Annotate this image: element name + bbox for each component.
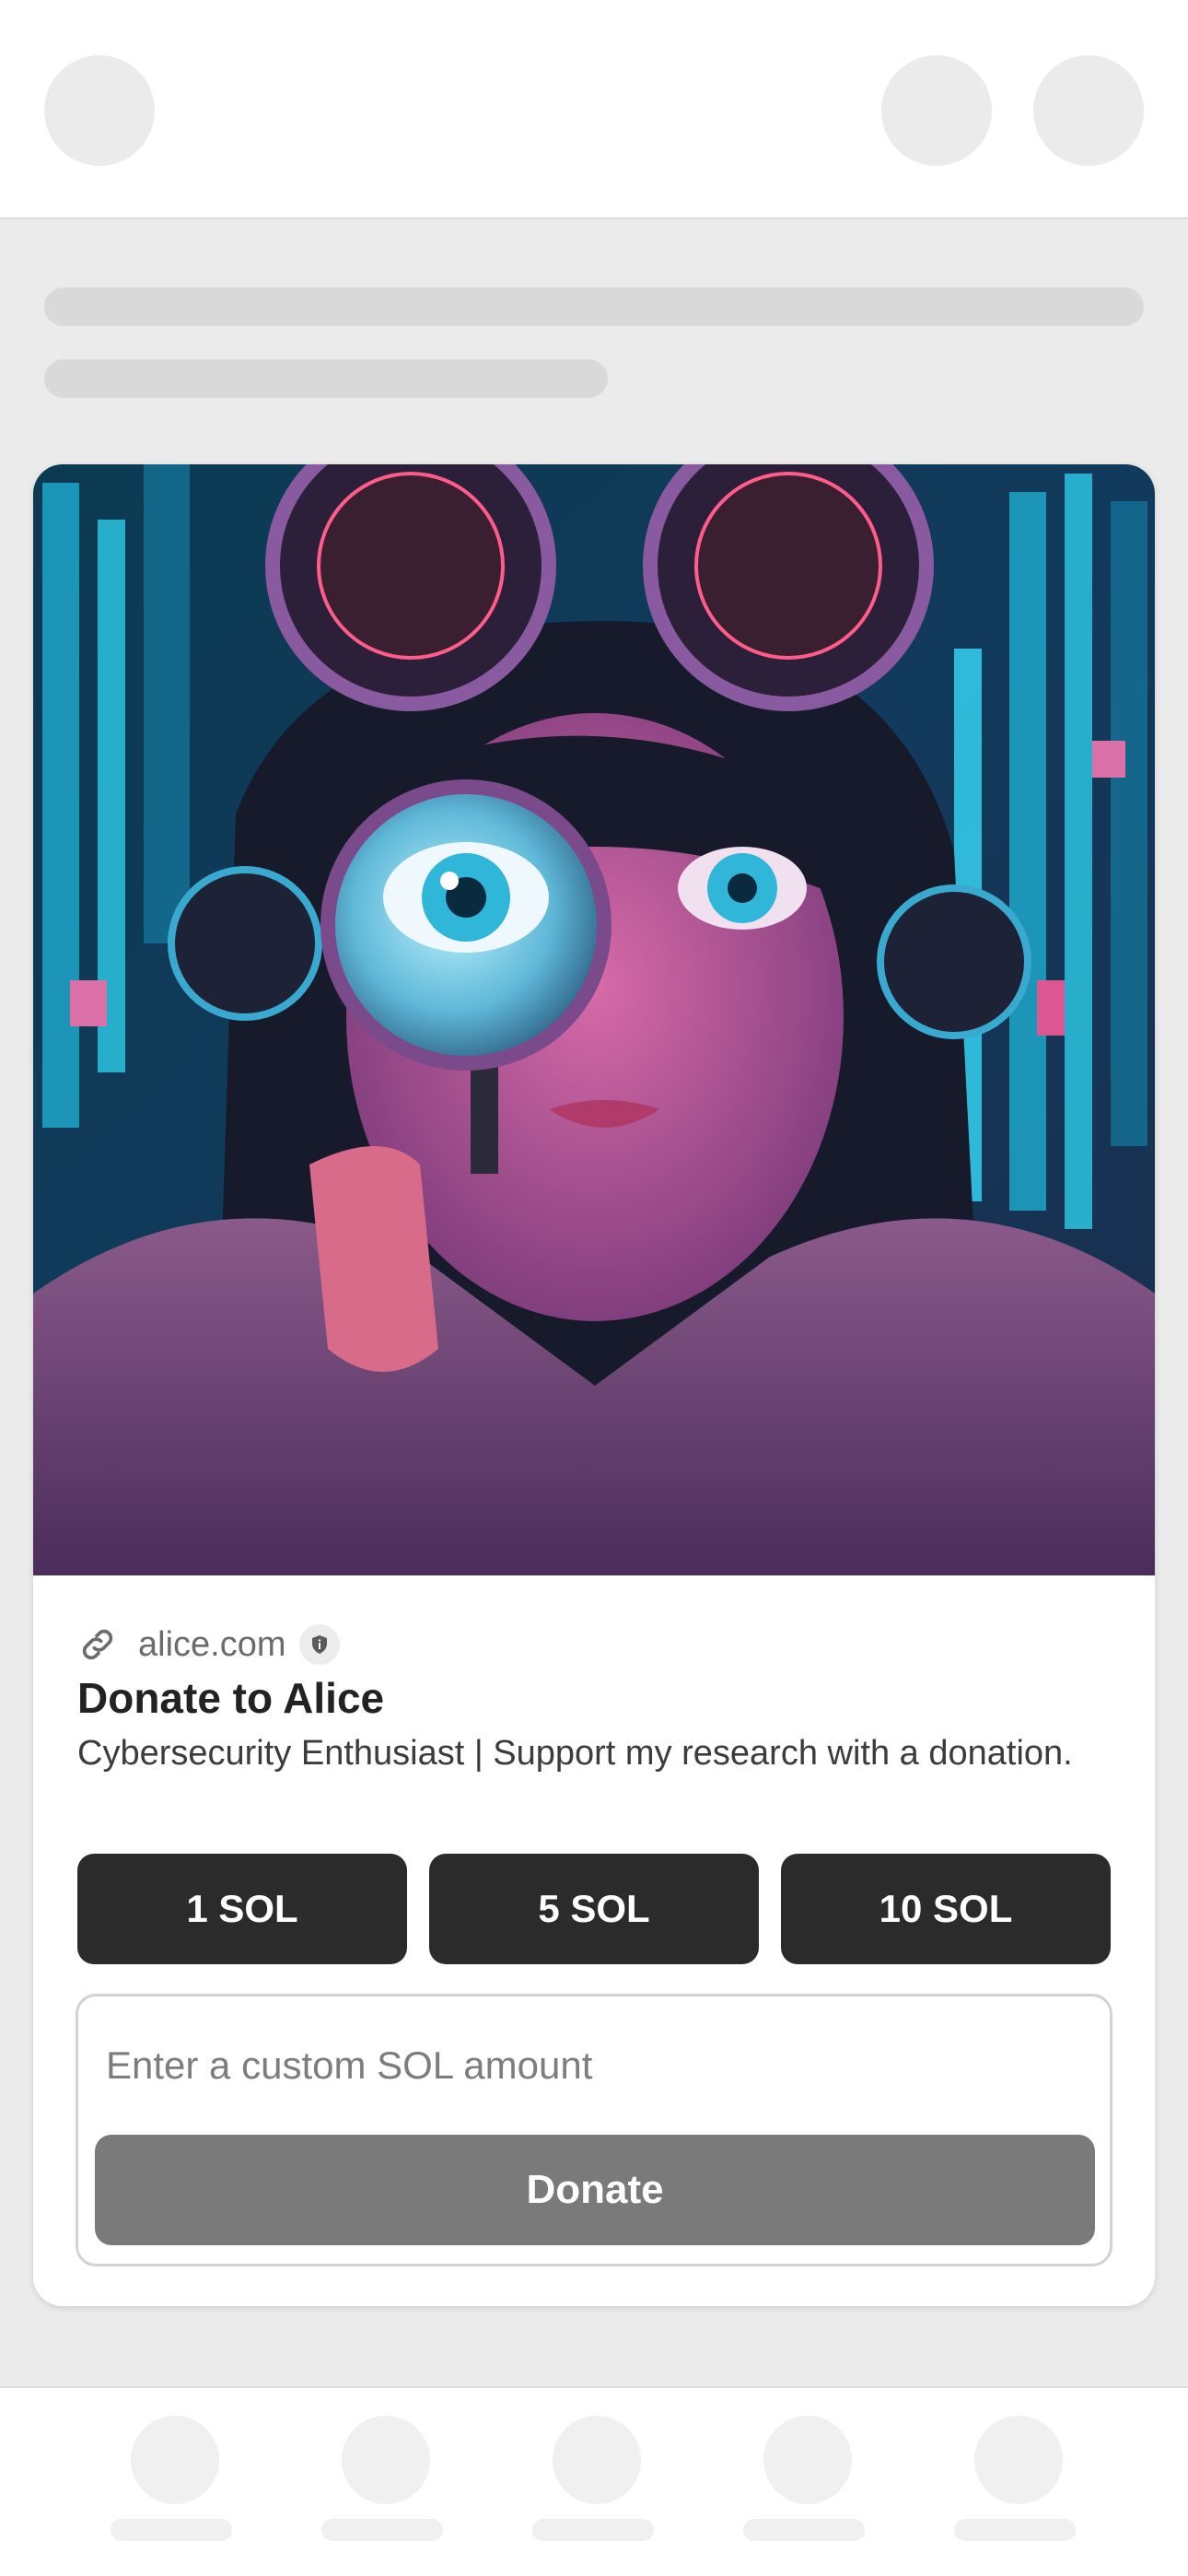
- amount-button-5-sol[interactable]: 5 SOL: [429, 1854, 759, 1964]
- domain-row: alice.com: [77, 1619, 340, 1670]
- donate-button[interactable]: Donate: [95, 2135, 1095, 2245]
- card-title: Donate to Alice: [77, 1674, 385, 1722]
- avatar-placeholder[interactable]: [44, 55, 155, 166]
- nav-item-1[interactable]: [111, 2416, 239, 2554]
- nav-icon-placeholder: [974, 2416, 1063, 2504]
- nav-label-placeholder: [743, 2519, 865, 2541]
- custom-amount-form: Donate: [76, 1994, 1112, 2266]
- nav-item-3[interactable]: [532, 2416, 661, 2554]
- nav-label-placeholder: [321, 2519, 443, 2541]
- donation-card: alice.com Donate to Alice Cybersecurity …: [33, 464, 1155, 2306]
- amount-button-10-sol[interactable]: 10 SOL: [781, 1854, 1111, 1964]
- nav-label-placeholder: [111, 2519, 232, 2541]
- amount-button-1-sol[interactable]: 1 SOL: [77, 1854, 407, 1964]
- bottom-nav: [0, 2386, 1188, 2576]
- nav-item-5[interactable]: [954, 2416, 1083, 2554]
- nav-label-placeholder: [954, 2519, 1076, 2541]
- link-icon: [77, 1624, 118, 1665]
- domain-label[interactable]: alice.com: [138, 1625, 286, 1665]
- shield-icon: [298, 1624, 340, 1665]
- custom-amount-input[interactable]: [106, 2033, 1082, 2098]
- nav-icon-placeholder: [131, 2416, 219, 2504]
- card-description: Cybersecurity Enthusiast | Support my re…: [77, 1734, 1073, 1773]
- nav-icon-placeholder: [763, 2416, 852, 2504]
- nav-label-placeholder: [532, 2519, 654, 2541]
- nav-item-2[interactable]: [321, 2416, 450, 2554]
- skeleton-line-2: [44, 359, 608, 398]
- top-bar: [0, 0, 1188, 219]
- skeleton-line-1: [44, 287, 1144, 326]
- hero-image: [33, 464, 1155, 1575]
- nav-icon-placeholder: [553, 2416, 641, 2504]
- nav-icon-placeholder: [342, 2416, 430, 2504]
- action-placeholder-1[interactable]: [881, 55, 992, 166]
- action-placeholder-2[interactable]: [1033, 55, 1144, 166]
- nav-item-4[interactable]: [743, 2416, 872, 2554]
- amount-options: 1 SOL 5 SOL 10 SOL: [77, 1854, 1111, 1964]
